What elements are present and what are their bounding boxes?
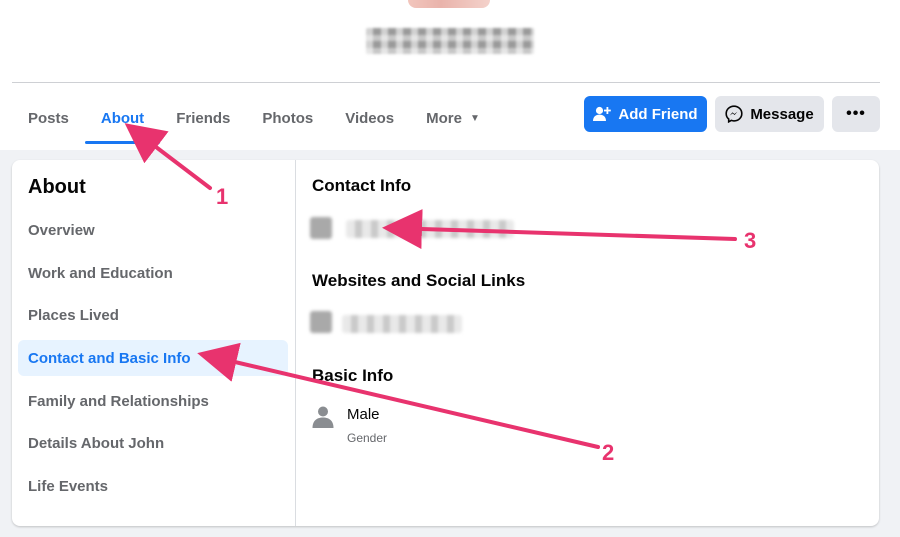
more-options-button[interactable]: •••	[832, 96, 880, 132]
profile-tabs: Posts About Friends Photos Videos More ▼	[12, 96, 496, 144]
add-friend-button[interactable]: Add Friend	[584, 96, 707, 132]
sidebar-item-label: Work and Education	[28, 264, 173, 282]
sidebar-item-contact-basic-info[interactable]: Contact and Basic Info	[18, 340, 288, 376]
message-button[interactable]: Message	[715, 96, 824, 132]
sidebar-item-label: Contact and Basic Info	[28, 349, 191, 367]
gender-value: Male	[347, 406, 380, 423]
basic-info-heading: Basic Info	[312, 366, 394, 385]
add-person-icon	[593, 106, 612, 121]
person-icon	[312, 406, 334, 428]
sidebar-item-label: Places Lived	[28, 306, 119, 324]
sidebar-item-family-relationships[interactable]: Family and Relationships	[18, 383, 288, 419]
tab-posts-label: Posts	[28, 110, 69, 127]
tab-about[interactable]: About	[84, 96, 161, 144]
about-title: About	[28, 176, 86, 198]
profile-photo[interactable]	[408, 0, 490, 8]
messenger-icon	[725, 105, 743, 123]
sidebar-item-label: Details About John	[28, 434, 165, 452]
link-icon-blurred	[310, 311, 332, 333]
tab-more-label: More	[426, 110, 462, 127]
caret-down-icon: ▼	[469, 113, 480, 124]
sidebar-item-details-about[interactable]: Details About John	[18, 425, 288, 461]
tab-photos[interactable]: Photos	[246, 96, 329, 141]
add-friend-label: Add Friend	[618, 105, 698, 123]
websites-social-heading: Websites and Social Links	[312, 271, 526, 290]
contact-value-blurred	[346, 220, 514, 238]
profile-header: Posts About Friends Photos Videos More ▼ …	[0, 0, 900, 150]
sidebar-item-label: Overview	[28, 221, 95, 239]
tab-photos-label: Photos	[262, 110, 314, 127]
tab-friends[interactable]: Friends	[160, 96, 246, 141]
tab-about-label: About	[100, 110, 145, 127]
sidebar-item-work-education[interactable]: Work and Education	[18, 255, 288, 291]
more-dots-icon: •••	[846, 105, 866, 122]
tab-posts[interactable]: Posts	[12, 96, 85, 141]
gender-label: Gender	[347, 431, 388, 445]
sidebar-item-places-lived[interactable]: Places Lived	[18, 297, 288, 333]
about-card: About Overview Work and Education Places…	[12, 160, 879, 526]
website-value-blurred	[342, 315, 462, 333]
sidebar-item-label: Family and Relationships	[28, 392, 209, 410]
message-label: Message	[750, 105, 814, 123]
contact-info-heading: Contact Info	[312, 176, 412, 195]
column-divider	[295, 160, 296, 526]
tab-videos-label: Videos	[345, 110, 395, 127]
sidebar-item-label: Life Events	[28, 477, 109, 495]
tab-friends-label: Friends	[176, 110, 231, 127]
sidebar-item-overview[interactable]: Overview	[18, 212, 288, 248]
tab-videos[interactable]: Videos	[329, 96, 410, 141]
header-divider	[12, 82, 880, 83]
contact-type-icon-blurred	[310, 217, 332, 239]
profile-name-blurred	[366, 28, 534, 54]
sidebar-item-life-events[interactable]: Life Events	[18, 468, 288, 504]
tab-more[interactable]: More ▼	[410, 96, 496, 141]
